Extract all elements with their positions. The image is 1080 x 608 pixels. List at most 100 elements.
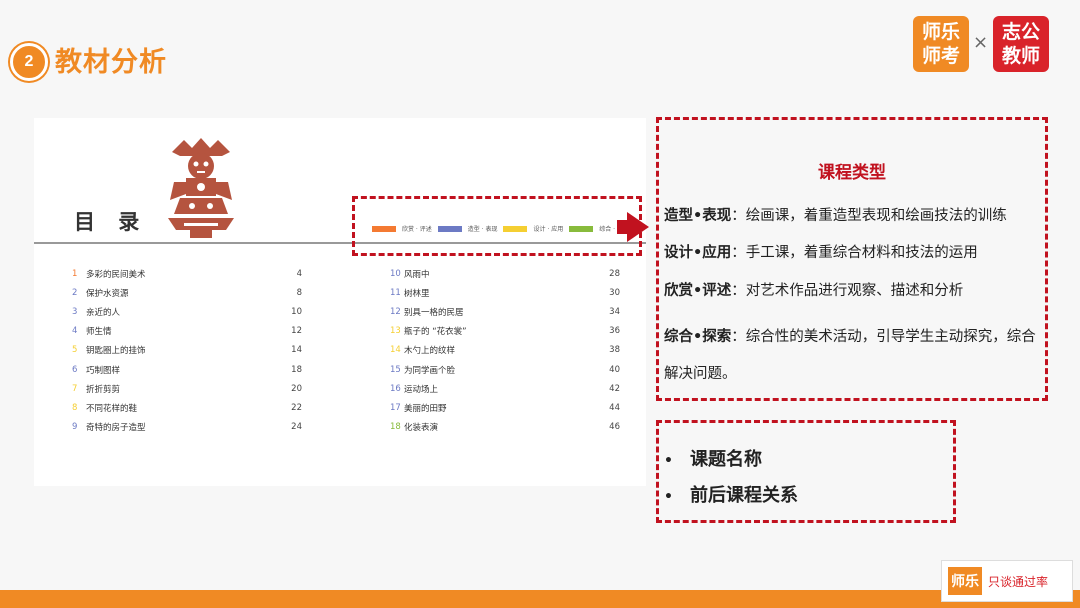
toc-page-number: 18 (291, 364, 302, 375)
course-type-item: 欣赏•评述：对艺术作品进行观察、描述和分析 (664, 281, 1042, 301)
toc-page-number: 24 (291, 422, 302, 433)
toc-lesson-title: 师生情 (86, 327, 112, 338)
course-type-label: 综合•探索 (664, 329, 732, 345)
toc-row: 18 化装表演 46 (390, 418, 620, 437)
toc-page-number: 44 (609, 402, 620, 413)
toc-row: 2 保护水资源 8 (72, 283, 302, 302)
logo-separator: × (973, 32, 989, 53)
toc-row: 1 多彩的民间美术 4 (72, 264, 302, 283)
toc-lesson-title: 不同花样的鞋 (86, 403, 138, 414)
toc-lesson-number: 9 (72, 422, 78, 433)
course-type-desc: ：绘画课，着重造型表现和绘画技法的训练 (731, 208, 1007, 224)
logo-b-line2: 教师 (1001, 45, 1040, 67)
toc-lesson-number: 16 (390, 383, 401, 394)
toc-row: 9 奇特的房子造型 24 (72, 418, 302, 437)
textbook-toc-image: 目 录 欣赏 · 评述 造型 · 表现 设计 · 应用 综合 · 探索 1 多彩的民间美… (34, 118, 646, 486)
toc-page-number: 46 (609, 422, 620, 433)
toc-lesson-number: 8 (72, 402, 78, 413)
arrow-right-icon (627, 212, 649, 242)
toc-page-number: 38 (609, 345, 620, 356)
toc-lesson-number: 18 (390, 422, 401, 433)
toc-lesson-number: 17 (390, 402, 401, 413)
bullet-dot-icon: • (664, 453, 673, 469)
footer-slogan: 只谈通过率 (988, 574, 1049, 589)
toc-lesson-number: 4 (72, 326, 78, 337)
toc-lesson-number: 14 (390, 345, 401, 356)
toc-lesson-number: 11 (390, 287, 401, 298)
course-type-desc: ：手工课，着重综合材料和技法的运用 (731, 245, 978, 261)
toc-lesson-title: 为同学画个脸 (404, 365, 456, 376)
footer-logo-mark: 师乐 (948, 567, 982, 595)
toc-lesson-number: 3 (72, 306, 78, 317)
toc-page-number: 12 (291, 326, 302, 337)
course-type-item: 设计•应用：手工课，着重综合材料和技法的运用 (664, 243, 1042, 263)
toc-lesson-title: 美丽的田野 (404, 403, 447, 414)
toc-lesson-title: 树林里 (404, 288, 430, 299)
toc-page-number: 36 (609, 326, 620, 337)
toc-lesson-title: 多彩的民间美术 (86, 269, 146, 280)
toc-row: 8 不同花样的鞋 22 (72, 398, 302, 417)
logo-a-line1: 师乐 (921, 21, 960, 43)
toc-list-right: 10 风雨中 28 11 树林里 30 12 别具一格的民居 34 13 瓶子的 “花衣裳” 36 14… (390, 264, 620, 437)
toc-page-number: 20 (291, 383, 302, 394)
logo-a-line2: 师考 (921, 45, 960, 67)
toc-row: 14 木勺上的纹样 38 (390, 341, 620, 360)
logo-b-line1: 志公 (1001, 21, 1040, 43)
toc-lesson-title: 风雨中 (404, 269, 430, 280)
legend-highlight-box (352, 196, 642, 256)
toc-lesson-title: 亲近的人 (86, 307, 121, 318)
course-type-item: 造型•表现：绘画课，着重造型表现和绘画技法的训练 (664, 206, 1042, 226)
bullet-item: • 课题名称 (664, 445, 762, 471)
toc-page-number: 30 (609, 287, 620, 298)
toc-page-number: 10 (291, 306, 302, 317)
course-type-label: 造型•表现 (664, 208, 732, 224)
toc-row: 11 树林里 30 (390, 283, 620, 302)
toc-page-number: 28 (609, 268, 620, 279)
bullet-item: • 前后课程关系 (664, 481, 798, 507)
toc-title: 目 录 (74, 209, 148, 234)
toc-lesson-number: 1 (72, 268, 78, 279)
toc-lesson-title: 折折剪剪 (86, 384, 121, 395)
toc-row: 17 美丽的田野 44 (390, 398, 620, 417)
toc-lesson-number: 6 (72, 364, 78, 375)
papercut-figure-icon (168, 138, 234, 238)
bullet-text: 前后课程关系 (690, 485, 798, 506)
toc-row: 10 风雨中 28 (390, 264, 620, 283)
toc-lesson-number: 15 (390, 364, 401, 375)
course-type-desc: ：对艺术作品进行观察、描述和分析 (731, 283, 964, 299)
toc-lesson-number: 13 (390, 326, 401, 337)
course-type-label: 设计•应用 (664, 245, 732, 261)
footer-logo: 师乐 只谈通过率 (941, 560, 1073, 602)
toc-lesson-number: 12 (390, 306, 401, 317)
bullet-text: 课题名称 (690, 449, 762, 470)
toc-lesson-number: 2 (72, 287, 78, 298)
toc-row: 13 瓶子的 “花衣裳” 36 (390, 322, 620, 341)
toc-row: 3 亲近的人 10 (72, 302, 302, 321)
toc-lesson-number: 10 (390, 268, 401, 279)
bullet-dot-icon: • (664, 489, 673, 505)
toc-lesson-title: 木勺上的纹样 (404, 346, 456, 357)
bullets-box (656, 420, 956, 523)
section-number-badge: 2 (10, 43, 48, 81)
shile-logo: 师乐 师考 (913, 16, 969, 72)
toc-lesson-title: 保护水资源 (86, 288, 129, 299)
toc-lesson-number: 7 (72, 383, 78, 394)
toc-page-number: 34 (609, 306, 620, 317)
toc-page-number: 4 (296, 268, 302, 279)
toc-row: 6 巧制图样 18 (72, 360, 302, 379)
toc-row: 12 别具一格的民居 34 (390, 302, 620, 321)
toc-lesson-title: 别具一格的民居 (404, 307, 464, 318)
toc-list-left: 1 多彩的民间美术 4 2 保护水资源 8 3 亲近的人 10 4 师生情 12 5 钥匙圈上的挂饰 14 6… (72, 264, 302, 437)
toc-page-number: 22 (291, 402, 302, 413)
toc-lesson-title: 巧制图样 (86, 365, 121, 376)
toc-lesson-title: 运动场上 (404, 384, 439, 395)
toc-lesson-number: 5 (72, 345, 78, 356)
toc-row: 16 运动场上 42 (390, 379, 620, 398)
footer-bar (0, 590, 1080, 608)
toc-lesson-title: 钥匙圈上的挂饰 (86, 346, 146, 357)
section-title: 教材分析 (55, 47, 167, 78)
toc-page-number: 8 (296, 287, 302, 298)
toc-row: 4 师生情 12 (72, 322, 302, 341)
toc-row: 7 折折剪剪 20 (72, 379, 302, 398)
toc-row: 5 钥匙圈上的挂饰 14 (72, 341, 302, 360)
